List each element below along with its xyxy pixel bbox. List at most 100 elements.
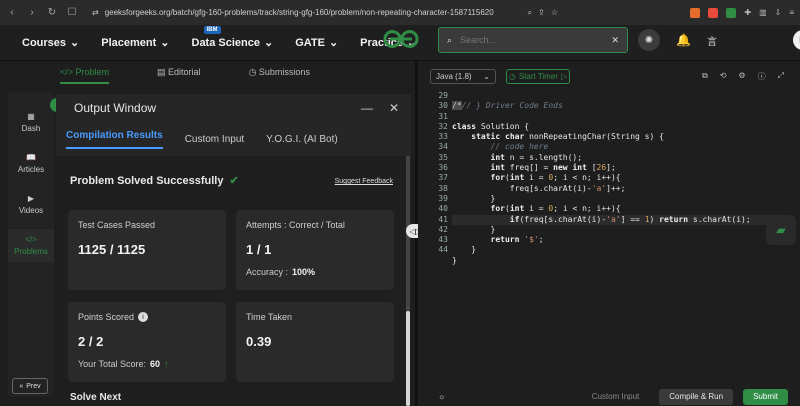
- menu-label: Data Science: [191, 36, 260, 49]
- prev-label: Prev: [26, 382, 41, 390]
- menu-courses[interactable]: Courses ⌄: [22, 36, 80, 50]
- menu-data-science[interactable]: IBM Data Science ⌄: [191, 26, 274, 49]
- nav-videos[interactable]: ▶ Videos: [8, 188, 54, 221]
- points-value: 2 / 2: [78, 334, 104, 349]
- bookmark-icon[interactable]: ☐: [66, 7, 78, 18]
- extension-icon[interactable]: [726, 7, 737, 18]
- search-input[interactable]: [460, 35, 581, 45]
- tab-submissions[interactable]: ◷ Submissions: [249, 67, 310, 84]
- total-value: 60: [150, 359, 161, 369]
- code-line: if(freq[s.charAt(i)-'a'] == 1) return s.…: [452, 214, 800, 225]
- accuracy: Accuracy : 100%: [246, 267, 384, 277]
- compile-run-button[interactable]: Compile & Run: [659, 388, 734, 405]
- scrollbar-thumb[interactable]: [406, 311, 410, 406]
- menu-gate[interactable]: GATE ⌄: [295, 36, 339, 50]
- chevron-down-icon: ⌄: [328, 37, 339, 49]
- clock-icon: ◷: [248, 67, 259, 77]
- problem-tabs: </> Problem ▤ Editorial ◷ Submissions: [60, 67, 310, 84]
- double-chevron-left-icon: «: [19, 382, 24, 390]
- avatar[interactable]: M: [792, 30, 800, 50]
- code-icon: </>: [60, 67, 76, 77]
- close-icon[interactable]: ✕: [611, 35, 619, 46]
- star-icon[interactable]: ☆: [551, 8, 558, 17]
- browser-extensions: ✚ ▥ ⇩ ≡: [690, 7, 794, 18]
- line-number: 42: [438, 224, 448, 234]
- code-line: }: [452, 245, 477, 255]
- site-info-icon[interactable]: ⇄: [92, 8, 99, 17]
- fullscreen-icon[interactable]: ⤢: [778, 71, 784, 82]
- puzzle-icon[interactable]: ✚: [744, 8, 751, 17]
- search-box[interactable]: ⌕ ✕: [438, 27, 628, 53]
- language-select[interactable]: Java (1.8) ⌄: [430, 68, 496, 84]
- chevron-down-icon: ⌄: [263, 37, 274, 49]
- output-window: Output Window — ✕ Compilation Results Cu…: [56, 94, 411, 406]
- code-line: return '$';: [490, 235, 544, 245]
- tab-compilation-results[interactable]: Compilation Results: [66, 130, 163, 149]
- chat-button[interactable]: ▰: [766, 215, 796, 245]
- minimize-icon[interactable]: —: [361, 101, 373, 115]
- tab-yogi[interactable]: Y.O.G.I. (AI Bot): [266, 134, 338, 145]
- site-header: Courses ⌄ Placement ⌄ IBM Data Science ⌄ GA…: [0, 25, 800, 61]
- reset-icon[interactable]: ⟲: [720, 71, 727, 82]
- prev-button[interactable]: « Prev: [12, 378, 48, 394]
- bell-icon[interactable]: 🔔: [676, 33, 691, 47]
- chevron-down-icon: ⌄: [483, 71, 490, 81]
- back-icon[interactable]: ‹: [6, 7, 18, 18]
- info-icon[interactable]: ⓘ: [758, 71, 766, 82]
- menu-label: Courses: [22, 36, 67, 49]
- close-icon[interactable]: ✕: [389, 101, 399, 115]
- zoom-icon[interactable]: ⌕: [528, 8, 532, 18]
- copy-icon[interactable]: ⧉: [702, 71, 708, 82]
- timer-label: Start Timer: [518, 71, 558, 81]
- ibm-badge: IBM: [203, 26, 221, 34]
- tests-label: Test Cases Passed: [78, 220, 156, 230]
- tab-label: Submissions: [258, 67, 310, 77]
- nav-dash[interactable]: ▦ Dash: [8, 106, 54, 139]
- nav-label: Problems: [14, 247, 48, 256]
- custom-input-button[interactable]: Custom Input: [582, 389, 650, 405]
- line-number: 34: [438, 142, 448, 152]
- share-icon[interactable]: ⇪: [538, 8, 545, 17]
- download-icon[interactable]: ⇩: [775, 8, 782, 17]
- submit-button[interactable]: Submit: [743, 388, 788, 405]
- address-bar[interactable]: ⇄ geeksforgeeks.org/batch/gfg-160-proble…: [86, 4, 564, 21]
- theme-toggle[interactable]: ✺: [638, 29, 660, 51]
- code-line: }: [452, 193, 496, 203]
- code-area[interactable]: 29 30 31 32 33 34 35 36 37 38 39 40 41 4…: [418, 91, 800, 381]
- line-number: 37: [438, 173, 448, 183]
- tab-problem[interactable]: </> Problem: [60, 67, 110, 84]
- menu-placement[interactable]: Placement ⌄: [101, 36, 169, 50]
- menu-label: GATE: [295, 36, 325, 49]
- points-card: Points Scored i 2 / 2 Your Total Score: …: [68, 302, 226, 382]
- total-label: Your Total Score:: [78, 359, 147, 369]
- gfg-logo[interactable]: [378, 27, 424, 51]
- reload-icon[interactable]: ↻: [46, 7, 58, 18]
- tab-custom-input[interactable]: Custom Input: [185, 134, 244, 145]
- forward-icon[interactable]: ›: [26, 7, 38, 18]
- settings-icon[interactable]: ⚙: [738, 71, 745, 82]
- scrollbar[interactable]: [406, 156, 410, 406]
- translate-icon[interactable]: ⾔: [707, 33, 717, 48]
- chevron-down-icon: ⌄: [70, 37, 80, 49]
- extension-icon[interactable]: [708, 7, 719, 18]
- nav-label: Articles: [17, 165, 45, 174]
- solve-next: Solve Next: [70, 392, 122, 403]
- tab-editorial[interactable]: ▤ Editorial: [157, 67, 201, 84]
- sidebar-icon[interactable]: ▥: [759, 8, 767, 17]
- line-number: 36: [438, 163, 448, 173]
- start-timer-button[interactable]: ◷ Start Timer ▷: [506, 68, 570, 84]
- theme-sun-icon[interactable]: ☼: [438, 392, 445, 401]
- nav-articles[interactable]: 📖 Articles: [8, 147, 54, 180]
- code-line: for(int i = 0; i < n; i++){: [490, 173, 621, 183]
- suggest-feedback-link[interactable]: Suggest Feedback: [335, 178, 393, 185]
- line-number: 44: [438, 245, 448, 255]
- line-numbers: 29 30 31 32 33 34 35 36 37 38 39 40 41 4…: [430, 91, 448, 256]
- info-icon[interactable]: i: [138, 312, 149, 322]
- nav-problems[interactable]: </> Problems: [8, 229, 54, 262]
- check-circle-icon: ✔: [229, 175, 239, 187]
- arrow-up-icon: ↑: [164, 359, 169, 369]
- line-number: 29: [438, 91, 448, 100]
- menu-icon[interactable]: ≡: [789, 8, 794, 17]
- extension-icon[interactable]: [690, 7, 701, 18]
- line-number: 35: [438, 152, 448, 162]
